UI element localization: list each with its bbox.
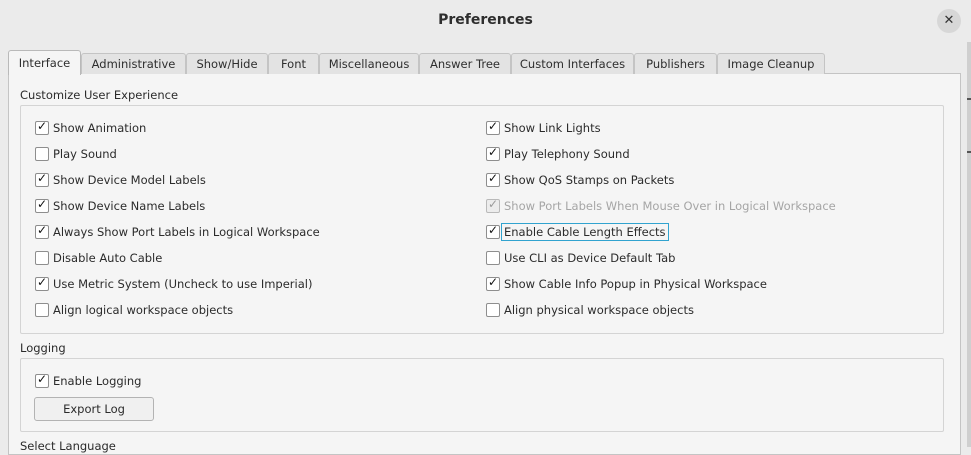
logging-section-title: Logging [20, 341, 66, 355]
edge-mark [967, 98, 971, 100]
checkbox-box[interactable]: ✓ [35, 119, 49, 135]
check-icon: ✓ [36, 275, 48, 289]
tab-answer-tree[interactable]: Answer Tree [419, 53, 511, 74]
checkbox-label: Disable Auto Cable [53, 251, 163, 265]
check-icon: ✓ [487, 171, 499, 185]
checkbox-box[interactable]: ✓ [486, 119, 500, 135]
checkbox-box[interactable]: ✓ [35, 223, 49, 239]
checkbox-label: Align logical workspace objects [53, 303, 234, 317]
tab-interface[interactable]: Interface [8, 50, 81, 75]
checkbox-label: Show Animation [53, 121, 147, 135]
checkbox-box[interactable] [486, 303, 500, 317]
checkbox-box[interactable]: ✓ [486, 145, 500, 161]
check-icon: ✓ [36, 119, 48, 133]
checkbox-label: Play Telephony Sound [504, 147, 630, 161]
checkbox-label: Enable Logging [53, 374, 142, 388]
export-log-button[interactable]: Export Log [34, 397, 154, 421]
close-button[interactable]: ✕ [937, 9, 961, 33]
close-icon: ✕ [943, 13, 955, 28]
checkbox-label: Show Device Model Labels [53, 173, 206, 187]
check-icon: ✓ [487, 119, 499, 133]
checkbox-label: Always Show Port Labels in Logical Works… [53, 225, 320, 239]
window-title: Preferences [438, 12, 533, 28]
check-icon: ✓ [36, 223, 48, 237]
select-language-title: Select Language [20, 439, 116, 453]
edge-mark [967, 151, 971, 153]
checkbox-label: Use CLI as Device Default Tab [504, 251, 676, 265]
checkbox-box[interactable] [35, 251, 49, 265]
checkbox-box[interactable]: ✓ [35, 275, 49, 291]
tab-image-cleanup[interactable]: Image Cleanup [717, 53, 825, 74]
customize-section-title: Customize User Experience [20, 88, 179, 102]
checkbox-box[interactable] [35, 147, 49, 161]
checkbox-label: Play Sound [53, 147, 117, 161]
tab-administrative[interactable]: Administrative [81, 53, 186, 74]
tab-show-hide[interactable]: Show/Hide [186, 53, 268, 74]
tab-custom-interfaces[interactable]: Custom Interfaces [511, 53, 634, 74]
check-icon: ✓ [487, 197, 499, 211]
checkbox-label: Enable Cable Length Effects [501, 223, 669, 241]
check-icon: ✓ [487, 275, 499, 289]
tab-miscellaneous[interactable]: Miscellaneous [319, 53, 419, 74]
logging-group [20, 358, 944, 432]
checkbox-box[interactable]: ✓ [35, 171, 49, 187]
checkbox-label: Show Link Lights [504, 121, 601, 135]
check-icon: ✓ [36, 171, 48, 185]
title-bar: Preferences ✕ [0, 0, 971, 42]
tab-publishers[interactable]: Publishers [634, 53, 717, 74]
checkbox-label: Show Port Labels When Mouse Over in Logi… [504, 199, 836, 213]
checkbox-label: Show Cable Info Popup in Physical Worksp… [504, 277, 767, 291]
checkbox-box[interactable] [486, 251, 500, 265]
check-icon: ✓ [36, 372, 48, 386]
check-icon: ✓ [36, 197, 48, 211]
check-icon: ✓ [487, 223, 499, 237]
checkbox-label: Align physical workspace objects [504, 303, 694, 317]
checkbox-box[interactable] [35, 303, 49, 317]
checkbox-box[interactable]: ✓ [35, 372, 49, 388]
tab-font[interactable]: Font [268, 53, 319, 74]
checkbox-box[interactable]: ✓ [486, 223, 500, 239]
checkbox-box[interactable]: ✓ [486, 275, 500, 291]
checkbox-label: Show Device Name Labels [53, 199, 206, 213]
checkbox-box[interactable]: ✓ [35, 197, 49, 213]
background-window-edge [967, 42, 971, 447]
check-icon: ✓ [487, 145, 499, 159]
checkbox-box[interactable]: ✓ [486, 171, 500, 187]
checkbox-box: ✓ [486, 197, 500, 213]
checkbox-label: Show QoS Stamps on Packets [504, 173, 675, 187]
checkbox-label: Use Metric System (Uncheck to use Imperi… [53, 277, 313, 291]
customize-group [20, 105, 944, 334]
